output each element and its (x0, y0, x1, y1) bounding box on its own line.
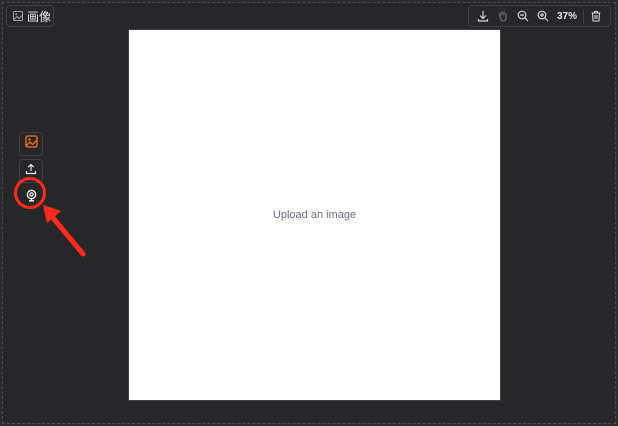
zoom-in-icon[interactable] (533, 6, 553, 26)
source-image-button[interactable] (19, 132, 43, 156)
trash-icon[interactable] (586, 6, 606, 26)
annotation-arrow-icon (43, 205, 86, 257)
image-toolbar: 37% (467, 5, 611, 27)
upload-placeholder: Upload an image (272, 209, 357, 221)
zoom-level: 37% (556, 10, 577, 22)
image-label-text: 画像 (27, 9, 52, 24)
download-icon[interactable] (473, 6, 493, 26)
image-canvas[interactable]: Upload an image (128, 29, 501, 401)
image-icon (24, 135, 38, 153)
zoom-out-icon[interactable] (513, 6, 533, 26)
image-panel: 画像 37% Upload an image (2, 2, 616, 424)
toolbar-divider (583, 9, 584, 23)
image-label-tab: 画像 (6, 5, 54, 27)
image-icon (13, 11, 23, 21)
hand-icon[interactable] (493, 6, 513, 26)
